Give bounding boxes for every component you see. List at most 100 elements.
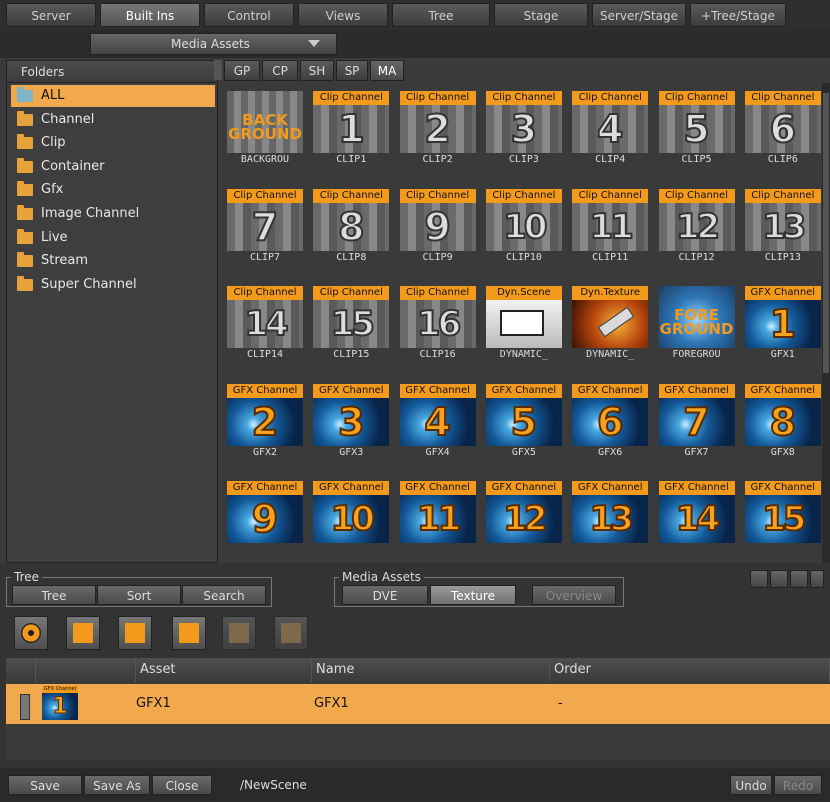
asset-tile[interactable]: Clip Channel 6 CLIP6 — [742, 85, 822, 165]
asset-tile[interactable]: Dyn.Scene DYNAMIC_ — [483, 280, 565, 360]
asset-tab-cp[interactable]: CP — [262, 60, 298, 81]
save-button[interactable]: Save — [8, 775, 82, 795]
asset-tile[interactable]: Clip Channel 3 CLIP3 — [483, 85, 565, 165]
top-tab-tree-stage[interactable]: +Tree/Stage — [690, 3, 786, 27]
asset-thumbnail: GFX Channel 4 — [399, 383, 476, 446]
asset-tile[interactable]: Clip Channel 16 CLIP16 — [397, 280, 479, 360]
image-glyph — [125, 623, 145, 643]
table-row[interactable]: GFX Channel 1 GFX1 GFX1 - — [6, 684, 830, 724]
view-icons-icon[interactable] — [750, 570, 768, 588]
asset-tile[interactable]: Clip Channel 15 CLIP15 — [310, 280, 392, 360]
asset-tile[interactable]: GFX Channel 11 — [397, 475, 479, 555]
asset-number: 6 — [769, 106, 797, 152]
asset-tab-gp[interactable]: GP — [224, 60, 260, 81]
clip-strip-icon[interactable] — [66, 616, 100, 650]
asset-tab-ma[interactable]: MA — [370, 60, 404, 81]
asset-number: 4 — [423, 399, 451, 445]
asset-grid-scrollbar[interactable] — [822, 83, 830, 563]
asset-tile[interactable]: GFX Channel 10 — [310, 475, 392, 555]
asset-tile[interactable]: Clip Channel 8 CLIP8 — [310, 183, 392, 263]
close-button[interactable]: Close — [152, 775, 212, 795]
stream-icon[interactable] — [274, 616, 308, 650]
asset-badge: GFX Channel — [658, 481, 735, 495]
asset-tile[interactable]: GFX Channel 2 GFX2 — [224, 378, 306, 458]
asset-tile[interactable]: Clip Channel 7 CLIP7 — [224, 183, 306, 263]
asset-tile[interactable]: Clip Channel 4 CLIP4 — [569, 85, 651, 165]
row-drag-handle[interactable] — [20, 694, 30, 720]
top-tab-views[interactable]: Views — [298, 3, 388, 27]
tree-button[interactable]: Tree — [12, 585, 96, 605]
image-icon[interactable] — [118, 616, 152, 650]
asset-tile[interactable]: Clip Channel 10 CLIP10 — [483, 183, 565, 263]
dve-button[interactable]: DVE — [342, 585, 428, 605]
tv-icon[interactable] — [222, 616, 256, 650]
folder-item-clip[interactable]: Clip — [11, 132, 215, 154]
folder-item-channel[interactable]: Channel — [11, 109, 215, 131]
asset-tile[interactable]: Clip Channel 13 CLIP13 — [742, 183, 822, 263]
asset-number: 1 — [769, 301, 797, 347]
asset-tile[interactable]: Clip Channel 2 CLIP2 — [397, 85, 479, 165]
folder-item-image-channel[interactable]: Image Channel — [11, 203, 215, 225]
asset-number: 12 — [502, 498, 548, 540]
media-assets-select[interactable]: Media Assets — [90, 33, 337, 55]
table-header-order[interactable]: Order — [550, 658, 830, 682]
asset-tile[interactable]: GFX Channel 12 — [483, 475, 565, 555]
asset-badge: GFX Channel — [227, 481, 303, 495]
top-tab-tree[interactable]: Tree — [392, 3, 490, 27]
asset-caption: GFX5 — [511, 446, 536, 458]
film-reel-icon[interactable] — [14, 616, 48, 650]
asset-tile[interactable]: GFX Channel 3 GFX3 — [310, 378, 392, 458]
asset-tile[interactable]: GFX Channel 9 — [224, 475, 306, 555]
asset-tile[interactable]: GFX Channel 4 GFX4 — [397, 378, 479, 458]
folder-item-gfx[interactable]: Gfx — [11, 179, 215, 201]
scrollbar-thumb[interactable] — [823, 93, 829, 373]
asset-tile[interactable]: Dyn.Texture DYNAMIC_ — [569, 280, 651, 360]
asset-tab-sh[interactable]: SH — [300, 60, 334, 81]
asset-tile[interactable]: GFX Channel 8 GFX8 — [742, 378, 822, 458]
asset-tile[interactable]: Clip Channel 1 CLIP1 — [310, 85, 392, 165]
asset-tile[interactable]: Clip Channel 11 CLIP11 — [569, 183, 651, 263]
top-tab-control[interactable]: Control — [204, 3, 294, 27]
overview-button[interactable]: Overview — [532, 585, 616, 605]
top-tab-built-ins[interactable]: Built Ins — [100, 3, 200, 27]
more-icon[interactable] — [810, 570, 824, 588]
table-header-name[interactable]: Name — [312, 658, 550, 682]
asset-caption: CLIP6 — [767, 154, 798, 165]
undo-button[interactable]: Undo — [730, 775, 772, 795]
asset-tile[interactable]: GFX Channel 14 — [656, 475, 738, 555]
chevron-down-icon — [308, 40, 320, 47]
clip-strip-glyph — [73, 623, 93, 643]
asset-tile[interactable]: Clip Channel 12 CLIP12 — [656, 183, 738, 263]
asset-tile[interactable]: FORE GROUND FOREGROU — [656, 280, 738, 360]
top-tab-server-stage[interactable]: Server/Stage — [592, 3, 686, 27]
asset-tile[interactable]: Clip Channel 14 CLIP14 — [224, 280, 306, 360]
top-tab-stage[interactable]: Stage — [494, 3, 588, 27]
top-tab-server[interactable]: Server — [6, 3, 96, 27]
folder-item-container[interactable]: Container — [11, 156, 215, 178]
redo-button[interactable]: Redo — [774, 775, 822, 795]
texture-button[interactable]: Texture — [430, 585, 516, 605]
folder-item-live[interactable]: Live — [11, 227, 215, 249]
splitter-handle[interactable] — [214, 60, 222, 80]
asset-tile[interactable]: GFX Channel 15 — [742, 475, 822, 555]
folder-item-super-channel[interactable]: Super Channel — [11, 274, 215, 296]
asset-tile[interactable]: GFX Channel 7 GFX7 — [656, 378, 738, 458]
folder-item-all[interactable]: ALL — [11, 85, 215, 107]
asset-tab-sp[interactable]: SP — [336, 60, 368, 81]
sort-button[interactable]: Sort — [97, 585, 181, 605]
asset-tile[interactable]: GFX Channel 1 GFX1 — [742, 280, 822, 360]
asset-number: 15 — [330, 303, 376, 345]
asset-tile[interactable]: GFX Channel 6 GFX6 — [569, 378, 651, 458]
save-as-button[interactable]: Save As — [84, 775, 150, 795]
container-icon[interactable] — [172, 616, 206, 650]
view-details-icon[interactable] — [790, 570, 808, 588]
asset-tile[interactable]: GFX Channel 13 — [569, 475, 651, 555]
asset-tile[interactable]: GFX Channel 5 GFX5 — [483, 378, 565, 458]
view-list-icon[interactable] — [770, 570, 788, 588]
table-header-asset[interactable]: Asset — [136, 658, 312, 682]
asset-tile[interactable]: BACK GROUND BACKGROU — [224, 85, 306, 165]
asset-tile[interactable]: Clip Channel 5 CLIP5 — [656, 85, 738, 165]
asset-tile[interactable]: Clip Channel 9 CLIP9 — [397, 183, 479, 263]
search-button[interactable]: Search — [182, 585, 266, 605]
folder-item-stream[interactable]: Stream — [11, 250, 215, 272]
